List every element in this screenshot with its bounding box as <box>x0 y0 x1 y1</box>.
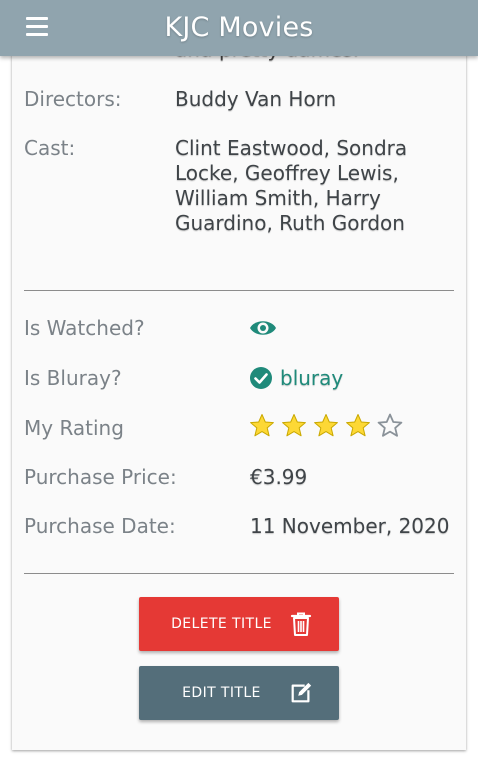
price-label: Purchase Price: <box>24 465 177 489</box>
date-label: Purchase Date: <box>24 514 176 538</box>
trash-icon <box>290 612 312 636</box>
cast-line: Clint Eastwood, Sondra <box>175 136 408 160</box>
cast-line: Locke, Geoffrey Lewis, <box>175 161 399 185</box>
edit-icon <box>291 682 312 703</box>
star-filled-icon[interactable] <box>249 413 275 439</box>
cast-line: William Smith, Harry <box>175 186 381 210</box>
date-value: 11 November, 2020 <box>250 514 450 538</box>
eye-icon <box>250 321 276 335</box>
cast-line: Guardino, Ruth Gordon <box>175 211 405 235</box>
app-header: KJC Movies <box>0 0 478 56</box>
bluray-value: bluray <box>280 366 344 390</box>
edit-title-label: EDIT TITLE <box>182 685 261 701</box>
star-rating[interactable] <box>249 413 403 439</box>
divider <box>24 573 454 574</box>
app-title: KJC Movies <box>164 12 314 43</box>
directors-value: Buddy Van Horn <box>175 87 337 111</box>
watched-label: Is Watched? <box>24 316 145 340</box>
divider <box>24 290 454 291</box>
edit-title-button[interactable]: EDIT TITLE <box>139 666 339 720</box>
directors-label: Directors: <box>24 87 122 111</box>
price-value: €3.99 <box>250 465 308 489</box>
star-filled-icon[interactable] <box>281 413 307 439</box>
delete-title-button[interactable]: DELETE TITLE <box>139 597 339 651</box>
cast-value: Clint Eastwood, Sondra Locke, Geoffrey L… <box>175 136 407 236</box>
star-empty-icon[interactable] <box>377 413 403 439</box>
rating-label: My Rating <box>24 416 124 440</box>
delete-title-label: DELETE TITLE <box>171 616 272 632</box>
bluray-label: Is Bluray? <box>24 366 122 390</box>
check-circle-icon <box>250 367 272 389</box>
cast-label: Cast: <box>24 136 76 160</box>
movie-detail-card: and pretty dames. Directors: Buddy Van H… <box>12 0 466 750</box>
star-filled-icon[interactable] <box>313 413 339 439</box>
star-filled-icon[interactable] <box>345 413 371 439</box>
